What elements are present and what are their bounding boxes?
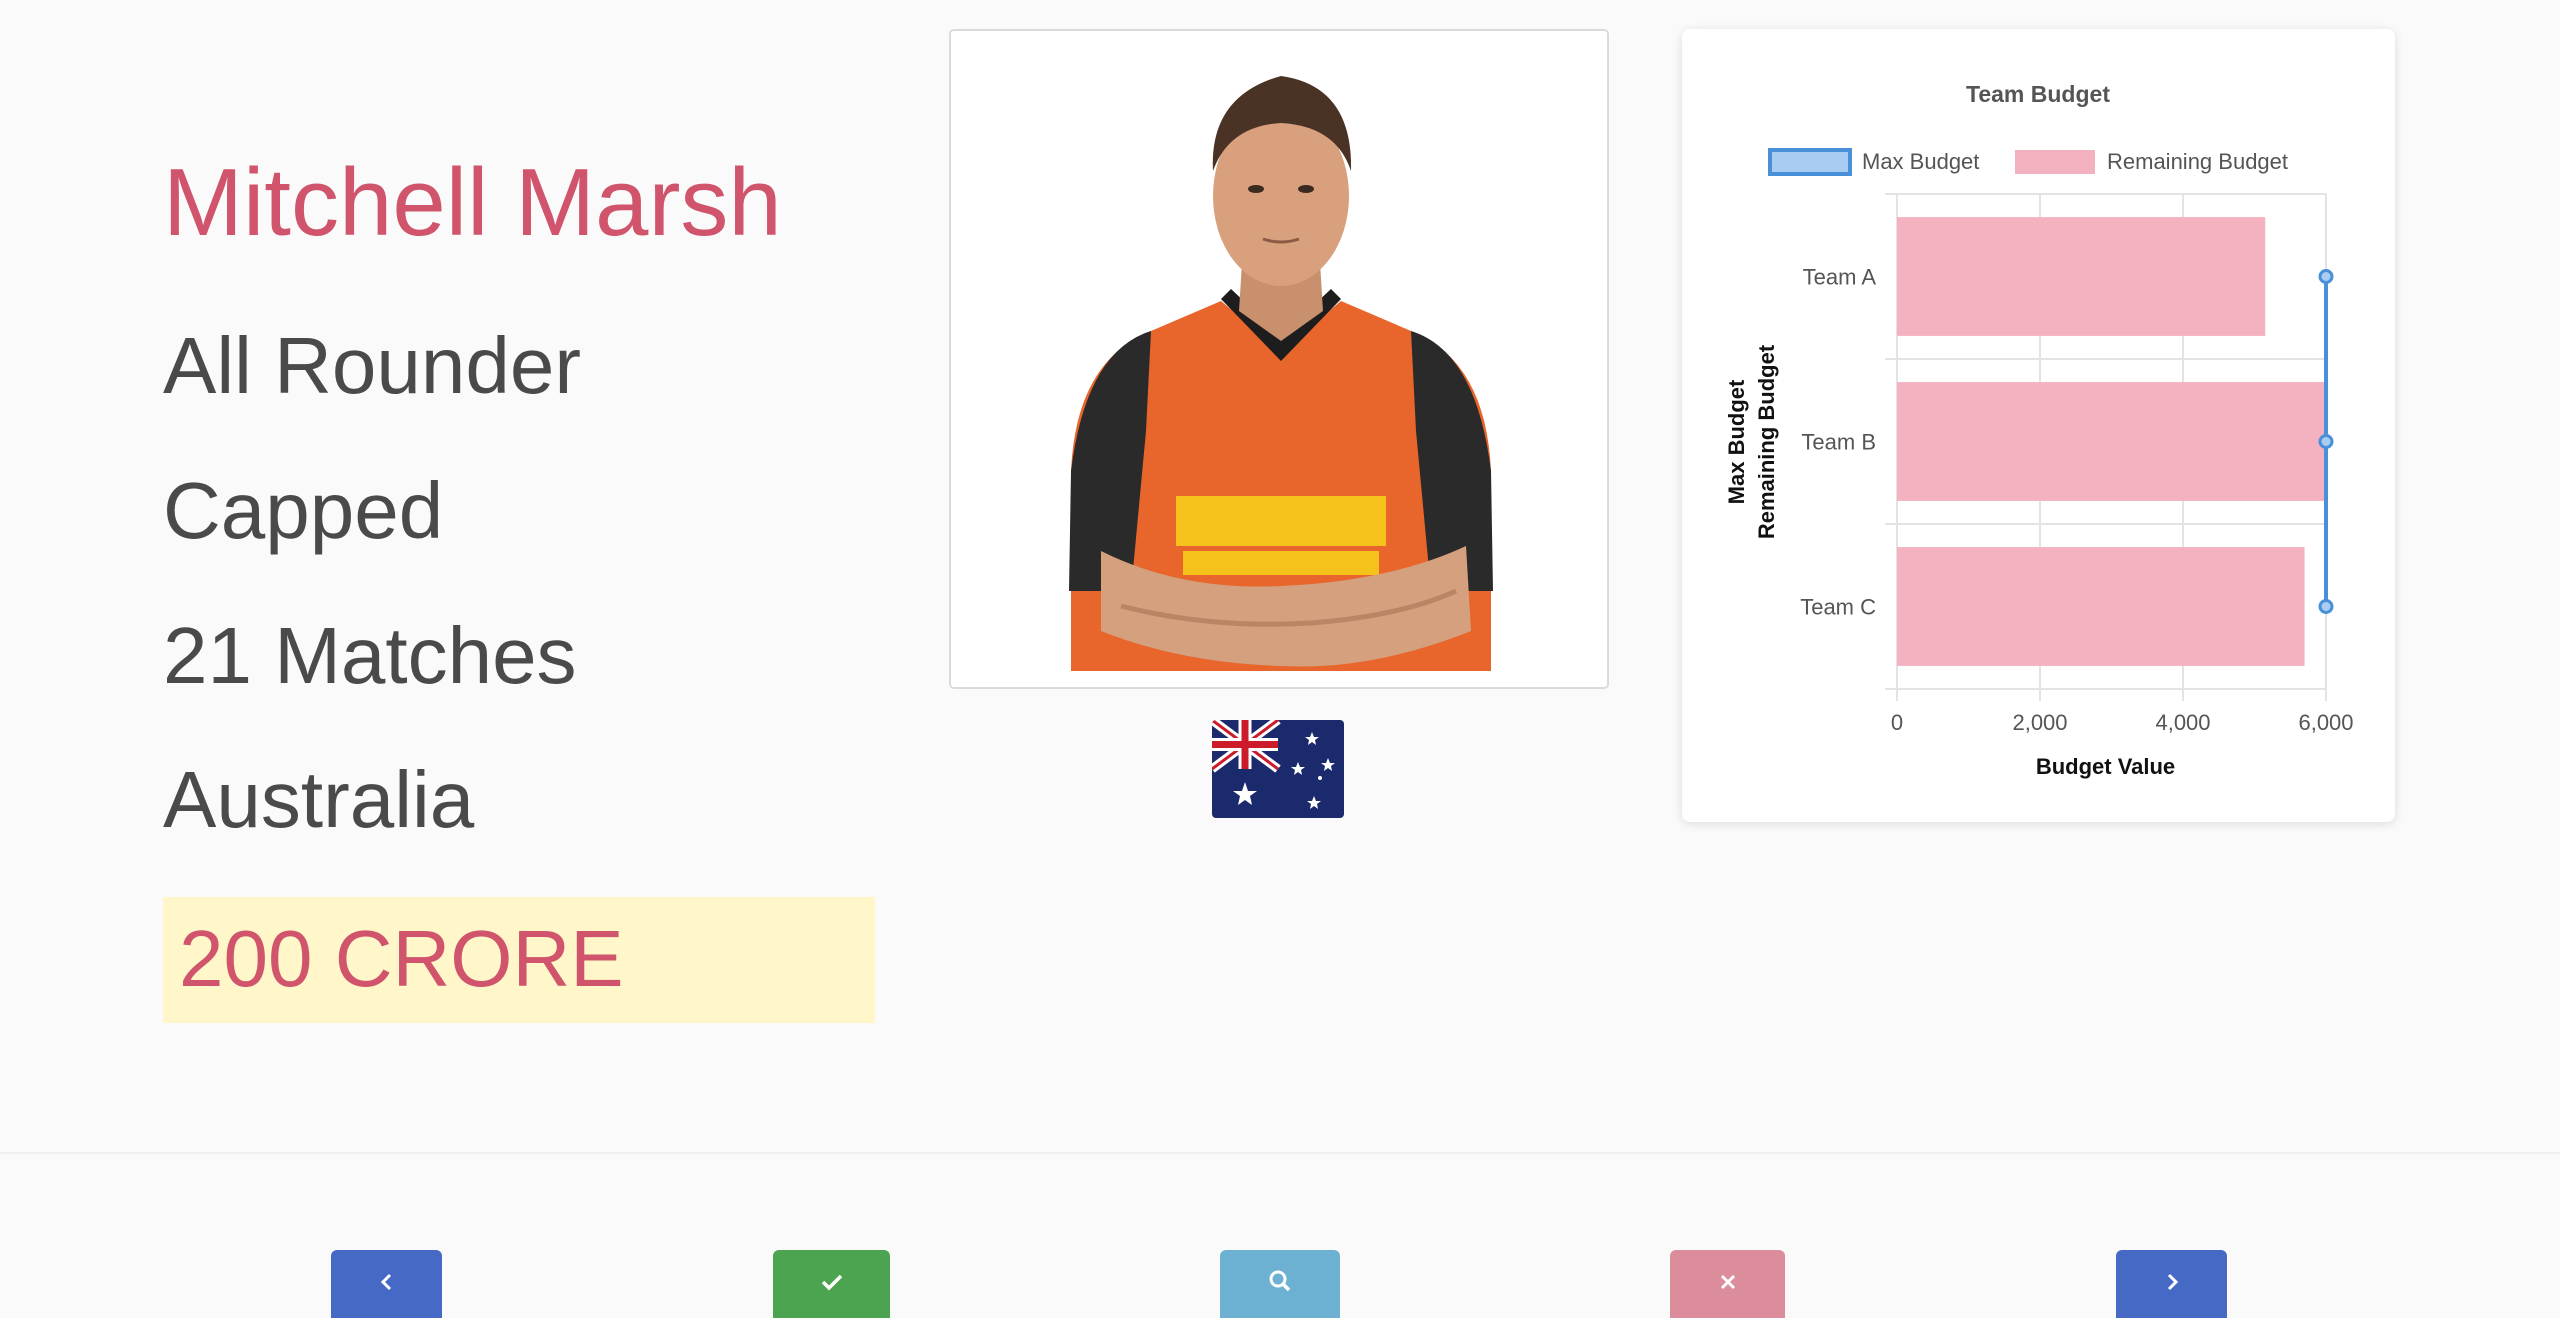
player-photo [949,29,1609,689]
y-tick-label: Team A [1803,265,1877,290]
x-axis-label: Budget Value [2036,754,2175,779]
team-budget-chart: Team Budget Max Budget Remaining Budget 0 2,… [1682,29,2395,822]
point-max-budget [2318,434,2334,449]
divider [0,1152,2560,1154]
legend-swatch-remaining-budget [2015,150,2095,174]
close-icon [1718,1269,1738,1299]
legend-swatch-max-budget [1768,148,1852,176]
player-role: All Rounder [163,321,582,410]
search-button[interactable] [1220,1250,1340,1318]
bar-remaining-budget [1897,382,2326,501]
sold-button[interactable] [773,1250,890,1318]
country-flag [1212,720,1344,818]
y-tick-label: Team C [1800,595,1876,620]
point-max-budget [2318,599,2334,614]
chevron-left-icon [377,1269,397,1299]
bar-remaining-budget [1897,547,2305,666]
player-capped-status: Capped [163,466,444,555]
player-name: Mitchell Marsh [163,149,782,256]
bar-remaining-budget [1897,217,2266,336]
unsold-button[interactable] [1670,1250,1785,1318]
player-price: 200 CRORE [179,914,624,1003]
next-player-button[interactable] [2116,1250,2227,1318]
legend-label-remaining-budget: Remaining Budget [2107,149,2288,174]
y-axis-label: Remaining Budget [1754,344,1779,539]
chevron-right-icon [2162,1269,2182,1299]
x-tick-label: 6,000 [2298,710,2353,735]
price-box: 200 CRORE [163,897,875,1023]
y-axis-label: Max Budget [1724,379,1749,504]
previous-player-button[interactable] [331,1250,442,1318]
x-tick-label: 2,000 [2012,710,2067,735]
x-tick-label: 4,000 [2155,710,2210,735]
point-max-budget [2318,269,2334,284]
x-tick-label: 0 [1891,710,1903,735]
chart-title: Team Budget [1966,81,2110,107]
legend-label-max-budget: Max Budget [1862,149,1979,174]
player-country: Australia [163,755,475,844]
y-tick-label: Team B [1801,430,1876,455]
check-icon [820,1269,844,1299]
search-icon [1268,1269,1292,1300]
player-matches: 21 Matches [163,611,577,700]
